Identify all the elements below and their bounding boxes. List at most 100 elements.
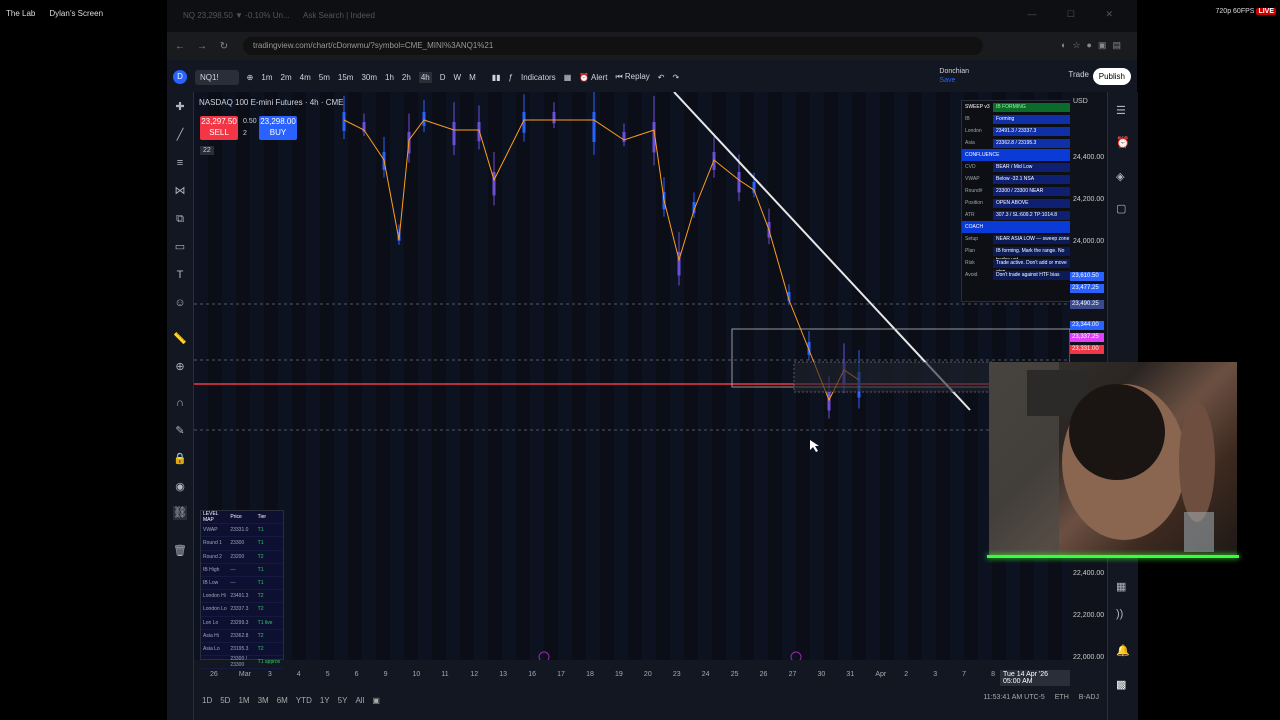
time-axis[interactable]: 26 Mar 3 4 5 6 9 10 11 12 13 16 17 18 19 20 23 24 25 26 27 30… — [194, 668, 1070, 686]
timeframe-15m[interactable]: 15m — [338, 73, 354, 82]
timeframe-2h[interactable]: 2h — [402, 73, 411, 82]
session-stripe — [502, 92, 516, 660]
level-map-cell: Round 1 — [203, 540, 222, 547]
profile-avatar[interactable]: D — [173, 70, 187, 84]
level-map-cell: T1 — [257, 580, 264, 587]
emoji-icon[interactable]: ☺ — [173, 296, 187, 310]
browser-tab-chart[interactable]: NQ 23,298.50 ▼ -0.10% Un... — [175, 8, 293, 24]
browser-tab-indeed[interactable]: Ask Search | Indeed — [295, 8, 413, 24]
redo-icon[interactable]: ↷ — [673, 73, 680, 82]
range-5Y[interactable]: 5Y — [338, 696, 348, 705]
eye-icon[interactable]: ◉ — [173, 480, 187, 494]
timeframe-1m[interactable]: 1m — [261, 73, 272, 82]
sweep-row-key: VWAP — [965, 176, 980, 182]
ruler-icon[interactable]: 📏 — [173, 332, 187, 346]
buy-button[interactable]: 23,298.00 BUY — [259, 116, 297, 140]
crosshair-icon[interactable]: ✚ — [173, 100, 187, 114]
sweep-zone-box[interactable] — [793, 361, 995, 393]
replay-button[interactable]: ⏮ Replay — [615, 72, 649, 82]
fib-icon[interactable]: ≡ — [173, 156, 187, 170]
projection-icon[interactable]: ⧉ — [173, 212, 187, 226]
session-stripe — [334, 92, 348, 660]
range-6M[interactable]: 6M — [277, 696, 288, 705]
bars-count: 22 — [200, 146, 214, 155]
trade-button[interactable]: Trade — [1068, 70, 1089, 79]
chart-canvas[interactable] — [194, 92, 1070, 660]
link-icon[interactable]: ⛓ — [173, 506, 187, 520]
window-controls[interactable]: — ☐ ✕ — [1027, 9, 1127, 20]
level-map-row: Round 1 23300 T1 — [201, 537, 283, 551]
sweep-row: CVD BEAR / Mid Low — [962, 161, 1074, 173]
range-3M[interactable]: 3M — [258, 696, 269, 705]
timeframe-1h[interactable]: 1h — [385, 73, 394, 82]
level-map-cell: — — [230, 580, 236, 587]
pencil-lock-icon[interactable]: ✎ — [173, 424, 187, 438]
zoom-icon[interactable]: ⊕ — [173, 360, 187, 374]
undo-icon[interactable]: ↶ — [658, 73, 665, 82]
adjustment-toggle[interactable]: B-ADJ — [1079, 694, 1099, 701]
pattern-icon[interactable]: ⋈ — [173, 184, 187, 198]
price-chart[interactable] — [194, 92, 1070, 660]
level-map-cell: T1 — [257, 566, 264, 573]
alert-button[interactable]: ⏰ Alert — [579, 73, 607, 82]
compare-icon[interactable]: ⊕ — [247, 73, 254, 82]
session-toggle[interactable]: ETH — [1055, 694, 1069, 701]
reload-icon[interactable]: ↻ — [215, 41, 233, 52]
lock-icon[interactable]: 🔒 — [173, 452, 187, 466]
level-map-table: LEVEL MAP Price Tier VWAP 23331.0 T1 Round 1 23… — [200, 510, 284, 670]
timeframe-4h[interactable]: 4h — [418, 71, 432, 83]
layout-name[interactable]: Donchian Save — [939, 67, 969, 85]
timeframe-M[interactable]: M — [469, 73, 476, 82]
watchlist-icon[interactable]: ☰ — [1116, 104, 1126, 117]
goto-date-icon[interactable]: ▣ — [372, 696, 380, 705]
price-axis-label: 22,200.00 — [1073, 612, 1105, 619]
timeframe-30m[interactable]: 30m — [361, 73, 377, 82]
timeframe-2m[interactable]: 2m — [281, 73, 292, 82]
back-icon[interactable]: ← — [171, 41, 189, 52]
chart-type-icon[interactable]: ▮▮ — [492, 73, 501, 82]
range-1D[interactable]: 1D — [202, 696, 212, 705]
stream-source-lab[interactable]: The Lab — [6, 9, 35, 18]
coach-header: COACH — [962, 221, 1074, 233]
sell-button[interactable]: 23,297.50 SELL — [200, 116, 238, 140]
rectangle-icon[interactable]: ▭ — [173, 240, 187, 254]
candle-body — [552, 112, 556, 124]
timeframe-4m[interactable]: 4m — [300, 73, 311, 82]
trendline-icon[interactable]: ╱ — [173, 128, 187, 142]
indicators-button[interactable]: Indicators — [521, 73, 556, 82]
alerts-icon[interactable]: ⏰ — [1116, 136, 1130, 149]
indicators-icon[interactable]: ƒ — [509, 73, 513, 82]
publish-button[interactable]: Publish — [1092, 68, 1131, 85]
stream-source-screen[interactable]: Dylan’s Screen — [49, 9, 103, 18]
webcam-image — [989, 362, 1215, 558]
session-stripe — [670, 92, 684, 660]
notifications-icon[interactable]: 🔔 — [1116, 644, 1130, 657]
sweep-row: IB Forming — [962, 113, 1074, 125]
range-YTD[interactable]: YTD — [296, 696, 312, 705]
text-icon[interactable]: T — [173, 268, 187, 282]
browser-extension-icons[interactable]: ◐☆●▣▤ — [1061, 40, 1127, 51]
layouts-icon[interactable]: ▦ — [564, 73, 572, 82]
url-field[interactable]: tradingview.com/chart/cDonwmu/?symbol=CM… — [243, 37, 983, 55]
signal-icon[interactable]: )) — [1116, 608, 1123, 620]
clock[interactable]: 11:53:41 AM UTC-5 — [983, 694, 1044, 701]
timeframe-5m[interactable]: 5m — [319, 73, 330, 82]
apps-grid-icon[interactable]: ▩ — [1116, 678, 1126, 691]
timeframe-D[interactable]: D — [440, 73, 446, 82]
timeframe-W[interactable]: W — [454, 73, 462, 82]
sweep-row: Round# 23300 / 23300 NEAR — [962, 185, 1074, 197]
layers-icon[interactable]: ◈ — [1116, 170, 1124, 183]
range-1Y[interactable]: 1Y — [320, 696, 330, 705]
range-5D[interactable]: 5D — [220, 696, 230, 705]
symbol-search[interactable]: NQ1! — [195, 69, 239, 85]
magnet-icon[interactable]: ∩ — [173, 396, 187, 410]
trash-icon[interactable]: 🗑 — [173, 544, 187, 558]
chat-icon[interactable]: ▢ — [1116, 202, 1126, 215]
webcam-feed — [989, 362, 1237, 558]
range-All[interactable]: All — [355, 696, 364, 705]
currency-label[interactable]: USD — [1073, 98, 1088, 105]
forward-icon[interactable]: → — [193, 41, 211, 52]
range-1M[interactable]: 1M — [238, 696, 249, 705]
calendar-icon[interactable]: ▦ — [1116, 580, 1126, 593]
confluence-header: CONFLUENCE — [962, 149, 1074, 161]
